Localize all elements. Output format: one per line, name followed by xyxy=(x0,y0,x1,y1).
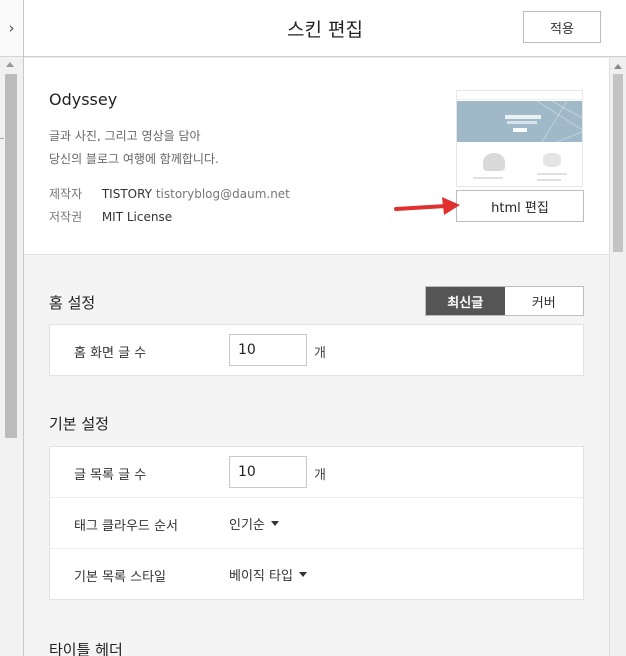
skin-description: 글과 사진, 그리고 영상을 담아 당신의 블로그 여행에 함께합니다. xyxy=(49,125,429,171)
tag-cloud-order-value: 인기순 xyxy=(229,518,265,533)
list-style-label: 기본 목록 스타일 xyxy=(74,570,166,585)
preview-chair-image xyxy=(483,153,505,171)
toggle-cover[interactable]: 커버 xyxy=(505,287,584,315)
home-post-count-label: 홈 화면 글 수 xyxy=(74,346,147,361)
html-edit-button[interactable]: html 편집 xyxy=(456,190,584,222)
red-arrow-annotation-icon xyxy=(394,197,460,215)
home-post-count-row: 홈 화면 글 수 10 개 xyxy=(50,325,583,376)
home-settings-panel: 홈 화면 글 수 10 개 xyxy=(49,324,584,376)
creator-label: 제작자 xyxy=(49,187,83,201)
title-header-section-title: 타이틀 헤더 xyxy=(49,641,123,656)
basic-settings-panel: 글 목록 글 수 10 개 태그 클라우드 순서 인기순 기본 목록 스타일 베… xyxy=(49,446,584,600)
home-post-count-input[interactable]: 10 xyxy=(229,334,307,366)
list-post-count-label: 글 목록 글 수 xyxy=(74,468,147,483)
skin-description-line: 당신의 블로그 여행에 함께합니다. xyxy=(49,152,219,166)
left-panel-strip: › xyxy=(0,0,24,656)
preview-text-line xyxy=(537,179,561,181)
preview-text-line xyxy=(537,173,567,175)
preview-topbar xyxy=(457,91,582,100)
caret-down-icon xyxy=(270,521,279,526)
skin-name: Odyssey xyxy=(49,90,118,109)
license-value: MIT License xyxy=(101,210,173,224)
skin-preview-thumbnail xyxy=(456,90,583,187)
preview-hero-button xyxy=(513,128,527,132)
left-scrollbar-thumb[interactable] xyxy=(5,74,17,438)
tag-cloud-order-row: 태그 클라우드 순서 인기순 xyxy=(50,498,583,549)
skin-description-line: 글과 사진, 그리고 영상을 담아 xyxy=(49,129,201,143)
home-post-count-unit: 개 xyxy=(314,346,326,361)
tag-cloud-order-dropdown[interactable]: 인기순 xyxy=(229,514,279,533)
skin-info-card: Odyssey 글과 사진, 그리고 영상을 담아 당신의 블로그 여행에 함께… xyxy=(24,58,609,255)
preview-object-image xyxy=(543,153,561,167)
list-style-row: 기본 목록 스타일 베이직 타입 xyxy=(50,549,583,600)
settings-content: Odyssey 글과 사진, 그리고 영상을 담아 당신의 블로그 여행에 함께… xyxy=(24,58,609,656)
list-post-count-input[interactable]: 10 xyxy=(229,456,307,488)
license-row: 저작권 MIT License xyxy=(49,208,172,225)
vertical-scrollbar[interactable] xyxy=(609,58,626,656)
list-post-count-row: 글 목록 글 수 10 개 xyxy=(50,447,583,498)
caret-down-icon xyxy=(298,572,307,577)
license-label: 저작권 xyxy=(49,210,83,224)
preview-text-line xyxy=(473,177,503,179)
scroll-up-arrow-icon[interactable] xyxy=(614,64,622,69)
preview-hero-text xyxy=(505,115,541,119)
list-post-count-unit: 개 xyxy=(314,468,326,483)
home-settings-title: 홈 설정 xyxy=(49,294,96,312)
divider xyxy=(0,138,4,139)
tag-cloud-order-label: 태그 클라우드 순서 xyxy=(74,519,178,534)
home-mode-toggle: 최신글 커버 xyxy=(425,286,584,316)
toggle-latest-posts[interactable]: 최신글 xyxy=(426,287,505,315)
preview-hero xyxy=(457,101,582,142)
creator-email: tistoryblog@daum.net xyxy=(155,187,290,201)
scroll-up-arrow-icon[interactable] xyxy=(6,62,14,67)
list-style-value: 베이직 타입 xyxy=(229,569,293,584)
creator-row: 제작자 TISTORY tistoryblog@daum.net xyxy=(49,185,290,202)
list-style-dropdown[interactable]: 베이직 타입 xyxy=(229,565,307,584)
preview-hero-text xyxy=(507,121,537,124)
creator-name: TISTORY xyxy=(101,187,152,201)
basic-settings-title: 기본 설정 xyxy=(49,415,109,433)
scrollbar-thumb[interactable] xyxy=(613,74,623,252)
apply-button[interactable]: 적용 xyxy=(523,11,601,43)
editor-header: 스킨 편집 적용 xyxy=(24,0,626,57)
chevron-right-icon: › xyxy=(8,19,15,37)
collapse-panel-button[interactable]: › xyxy=(0,0,23,57)
